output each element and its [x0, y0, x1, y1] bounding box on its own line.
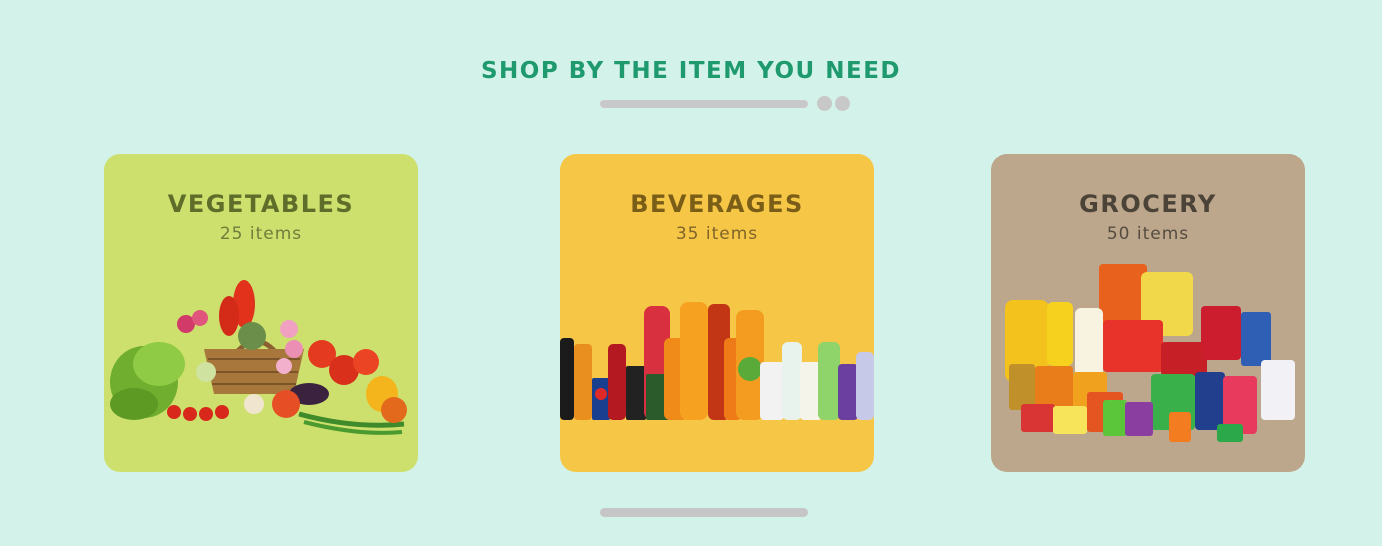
category-count: 50 items [1106, 224, 1190, 244]
grocery-products-image [1005, 264, 1295, 442]
vegetable-basket-image [110, 280, 407, 435]
category-title: GROCERY [1079, 190, 1217, 218]
section-title: SHOP BY THE ITEM YOU NEED [480, 58, 901, 84]
title-dot [817, 96, 832, 111]
category-count: 25 items [219, 224, 303, 244]
category-card-grocery[interactable]: GROCERY 50 items [991, 154, 1305, 472]
category-title: BEVERAGES [630, 190, 804, 218]
title-underline [600, 100, 808, 108]
category-card-beverages[interactable]: BEVERAGES 35 items [560, 154, 874, 472]
category-card-vegetables[interactable]: VEGETABLES 25 items [104, 154, 418, 472]
category-count: 35 items [675, 224, 759, 244]
category-title: VEGETABLES [167, 190, 355, 218]
title-dot [835, 96, 850, 111]
beverage-bottles-image [560, 302, 874, 420]
carousel-scrollbar[interactable] [600, 508, 808, 517]
